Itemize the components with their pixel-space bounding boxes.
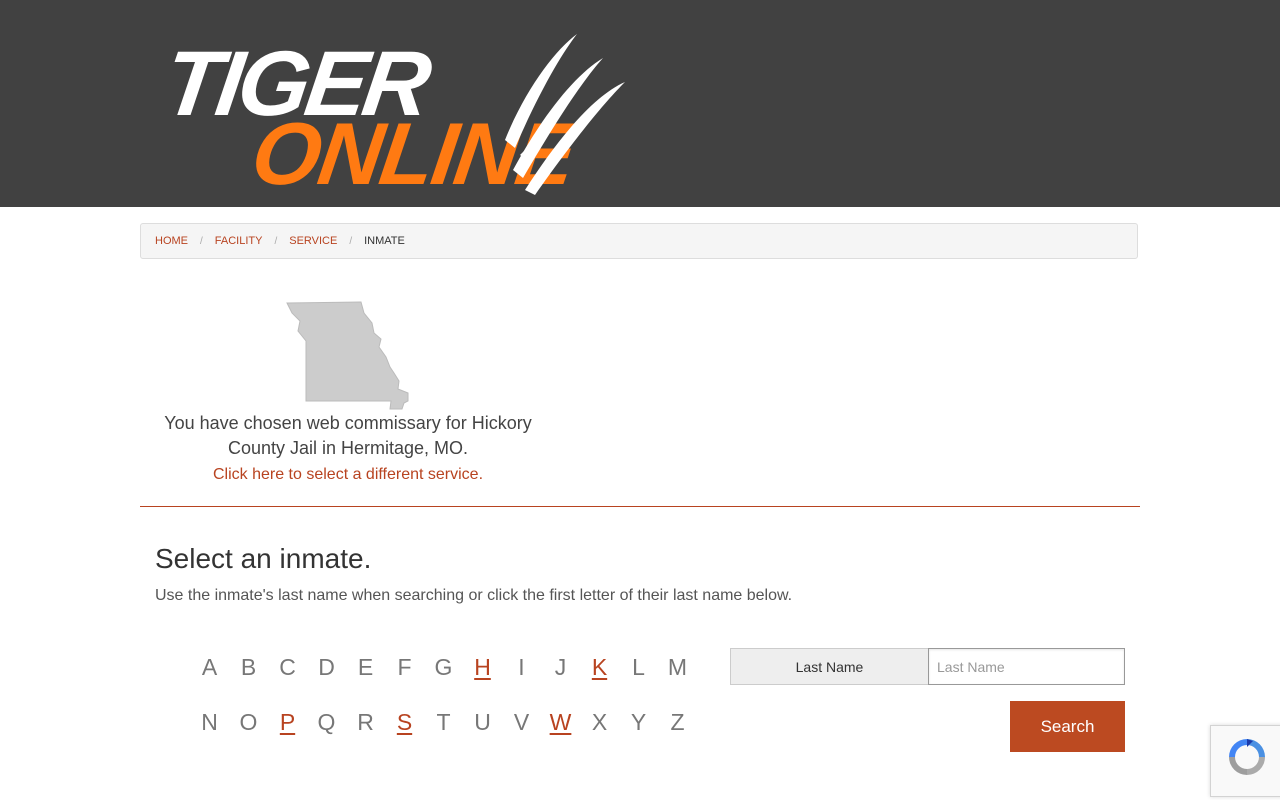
letter-link-b: B xyxy=(240,654,257,680)
letter-link-x: X xyxy=(591,709,608,735)
breadcrumb-separator: / xyxy=(200,235,203,247)
breadcrumb-service[interactable]: SERVICE xyxy=(289,235,337,247)
letter-link-u: U xyxy=(474,709,491,735)
breadcrumb-home[interactable]: HOME xyxy=(155,235,188,247)
letter-link-h[interactable]: H xyxy=(463,652,502,682)
recaptcha-badge[interactable] xyxy=(1210,725,1280,797)
letter-link-s[interactable]: S xyxy=(385,707,424,737)
letter-link-r: R xyxy=(357,709,374,735)
letter-link-q: Q xyxy=(317,709,336,735)
breadcrumb-facility[interactable]: FACILITY xyxy=(215,235,263,247)
letter-link-c: C xyxy=(279,654,296,680)
letter-link-o: O xyxy=(239,709,258,735)
letter-link-g: G xyxy=(434,654,453,680)
breadcrumb: HOME / FACILITY / SERVICE / INMATE xyxy=(140,223,1138,259)
letter-link-z: Z xyxy=(670,709,685,735)
breadcrumb-inmate: INMATE xyxy=(364,235,405,247)
page-title: Select an inmate. xyxy=(155,543,372,574)
chosen-facility-text: You have chosen web commissary for Hicko… xyxy=(164,413,532,458)
letter-row-2: NOPQRSTUVWXYZ xyxy=(190,707,697,737)
letter-row-1: ABCDEFGHI JKLM xyxy=(190,652,697,682)
section-divider xyxy=(140,506,1140,507)
letter-link-n: N xyxy=(201,709,218,735)
letter-link-j: J xyxy=(554,654,567,680)
last-name-input[interactable] xyxy=(928,648,1125,685)
letter-link-v: V xyxy=(513,709,530,735)
select-different-service-link[interactable]: Click here to select a different service… xyxy=(148,466,548,484)
letter-link-e: E xyxy=(357,654,374,680)
breadcrumb-separator: / xyxy=(274,235,278,247)
last-name-label: Last Name xyxy=(730,648,929,685)
letter-link-a: A xyxy=(201,654,218,680)
letter-link-t: T xyxy=(436,709,451,735)
letter-link-f: F xyxy=(397,654,412,680)
missouri-state-map xyxy=(286,301,409,410)
site-header: TIGER ONLINE xyxy=(0,0,1280,207)
letter-link-p[interactable]: P xyxy=(268,707,307,737)
letter-link-m: M xyxy=(667,654,688,680)
claw-marks-icon xyxy=(505,34,625,195)
letter-link-y: Y xyxy=(630,709,647,735)
recaptcha-icon xyxy=(1229,739,1265,775)
instructions-text: Use the inmate's last name when searchin… xyxy=(155,587,793,604)
tiger-online-logo[interactable]: TIGER ONLINE xyxy=(158,30,635,203)
search-button[interactable]: Search xyxy=(1010,701,1125,752)
letter-link-l: L xyxy=(632,654,645,680)
letter-link-d: D xyxy=(318,654,335,680)
breadcrumb-separator: / xyxy=(349,235,353,247)
letter-link-w[interactable]: W xyxy=(541,707,580,737)
letter-link-i: I xyxy=(518,654,525,680)
letter-link-k[interactable]: K xyxy=(580,652,619,682)
